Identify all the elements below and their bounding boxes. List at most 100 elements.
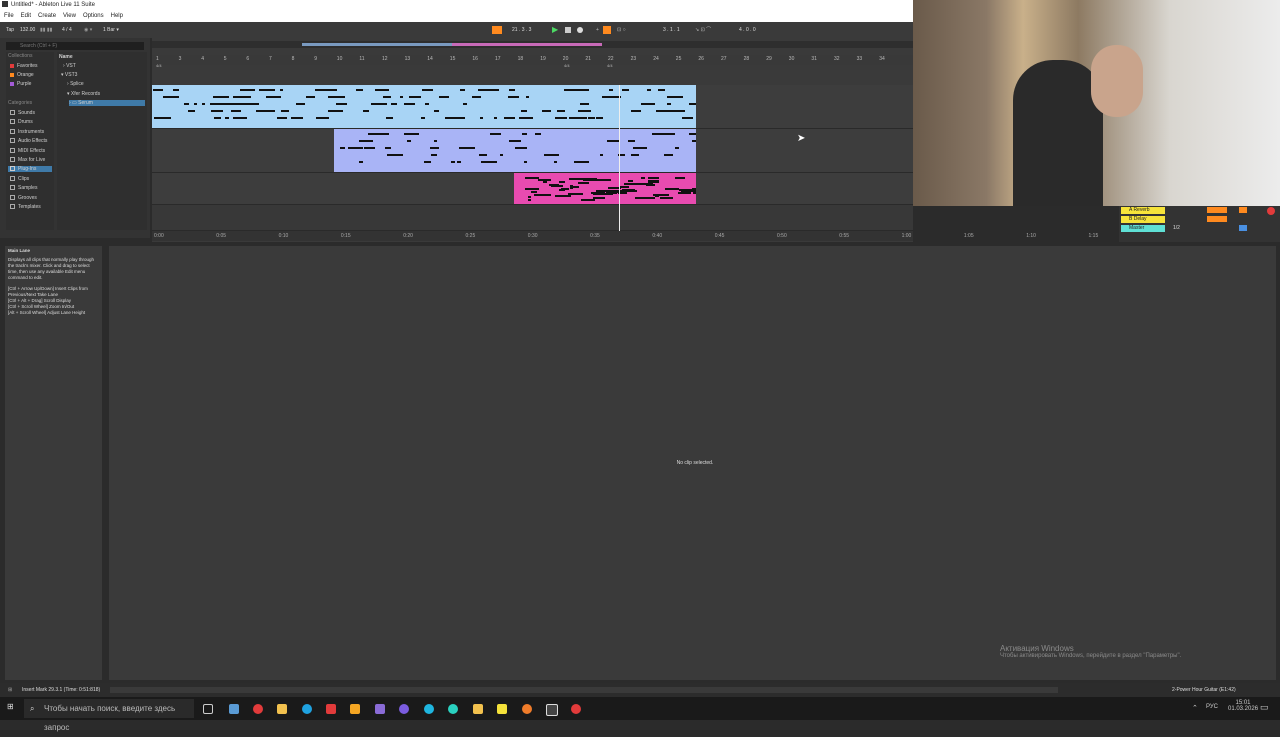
category-sounds[interactable]: Sounds <box>10 110 35 116</box>
category-plug-ins[interactable]: Plug-Ins <box>8 166 52 172</box>
collection-favorites[interactable]: Favorites <box>10 63 38 69</box>
empty-track-lane[interactable] <box>152 205 913 231</box>
category-templates[interactable]: Templates <box>10 204 41 210</box>
midi-note <box>291 117 303 119</box>
quantize-menu[interactable]: 1 Bar ▾ <box>103 26 119 34</box>
collection-purple[interactable]: Purple <box>10 81 31 87</box>
control-bar: Tap 132.00 ▮▮ ▮▮ 4 / 4 ◉ ▾ 1 Bar ▾ 21 . … <box>0 22 913 38</box>
name-column-header[interactable]: Name <box>59 54 73 60</box>
tree-item-xfer-records[interactable]: ▾ Xfer Records <box>67 91 100 97</box>
record-icon[interactable] <box>577 27 583 33</box>
midi-note <box>359 140 373 142</box>
overview-strip[interactable] <box>152 41 913 48</box>
record-arm-icon[interactable] <box>1267 207 1275 215</box>
collection-orange[interactable]: Orange <box>10 72 34 78</box>
track-lane-3[interactable] <box>152 173 913 205</box>
tap-button[interactable]: Tap <box>6 26 14 34</box>
app-icon[interactable] <box>448 704 458 714</box>
menu-view[interactable]: View <box>63 13 76 19</box>
menu-options[interactable]: Options <box>83 13 104 19</box>
midi-note <box>580 103 587 105</box>
stop-icon[interactable] <box>565 27 571 33</box>
time-ruler[interactable]: 0:00 0:05 0:10 0:15 0:20 0:25 0:30 0:35 0:40 0:45… <box>152 231 1098 241</box>
punch-icon[interactable]: ⊡ ○ <box>617 26 626 34</box>
clock[interactable]: 15:01 01.03.2026 <box>1228 700 1258 712</box>
tree-item-serum[interactable]: › ▭ Serum <box>69 100 145 106</box>
arrangement-record-icon[interactable] <box>492 26 502 34</box>
loop-length[interactable]: 4 . 0 . 0 <box>739 26 756 34</box>
category-samples[interactable]: Samples <box>10 185 37 191</box>
send-knob-icon[interactable] <box>1207 207 1227 213</box>
midi-note <box>479 154 487 156</box>
status-icon[interactable]: ⊞ <box>8 683 12 697</box>
ableton-live-icon[interactable] <box>546 704 558 716</box>
cue-out[interactable]: 1/2 <box>1173 225 1180 232</box>
info-title: Main Lane <box>8 248 31 253</box>
bar-number: 13 <box>404 56 411 62</box>
song-position[interactable]: 21 . 3 . 3 <box>512 26 531 34</box>
app-icon[interactable] <box>497 704 507 714</box>
tree-item-vst[interactable]: › VST <box>63 63 76 69</box>
midi-note <box>528 196 531 198</box>
master-solo-button[interactable] <box>1239 225 1247 231</box>
midi-clip-1[interactable] <box>152 85 696 128</box>
tree-item-splice[interactable]: › Splice <box>67 81 84 87</box>
play-icon[interactable]: ▶ <box>552 26 558 34</box>
app-icon[interactable] <box>473 704 483 714</box>
yandex-icon[interactable] <box>326 704 336 714</box>
nudge-icon[interactable]: ▮▮ ▮▮ <box>40 26 52 34</box>
info-line: [Alt + Scroll Wheel] Adjust Lane Height <box>8 310 86 315</box>
return-track-b[interactable]: B Delay <box>1121 216 1165 223</box>
edge-icon[interactable] <box>424 704 434 714</box>
send-knob-icon[interactable] <box>1207 216 1227 222</box>
app-icon[interactable] <box>229 704 239 714</box>
bar-ruler[interactable]: 1 3 4 5 6 7 8 9 10 11 12 13 14 15 16 17 18 19 20 21 22 23 24 25… <box>152 55 913 68</box>
category-audio-effects[interactable]: Audio Effects <box>10 138 47 144</box>
obs-icon[interactable] <box>571 704 581 714</box>
app-icon[interactable] <box>350 704 360 714</box>
return-track-a[interactable]: A Reverb <box>1121 207 1165 214</box>
windows-taskbar: ⊞ ⌕ Чтобы начать поиск, введите здесь зап… <box>0 697 1280 732</box>
status-scroll[interactable] <box>110 687 1058 693</box>
no-clip-message: No clip selected. <box>676 460 714 466</box>
master-track[interactable]: Master <box>1121 225 1165 232</box>
category-instruments[interactable]: Instruments <box>10 129 44 135</box>
loop-start[interactable]: 3 . 1 . 1 <box>663 26 680 34</box>
category-clips[interactable]: Clips <box>10 176 29 182</box>
viber-icon[interactable] <box>399 704 409 714</box>
draw-mode-icon[interactable]: ↘ ⊡ ⌒ <box>695 26 711 34</box>
midi-clip-2[interactable] <box>334 129 696 172</box>
category-drums[interactable]: Drums <box>10 119 33 125</box>
midi-clip-3[interactable] <box>514 173 696 204</box>
menu-edit[interactable]: Edit <box>21 13 31 19</box>
app-icon[interactable] <box>375 704 385 714</box>
info-view: Main Lane Displays all clips that normal… <box>5 246 102 680</box>
windows-start-icon[interactable]: ⊞ <box>7 702 14 711</box>
tempo-field[interactable]: 132.00 <box>20 26 35 34</box>
notifications-icon[interactable]: ▭ <box>1260 702 1269 713</box>
language-indicator[interactable]: РУС <box>1206 704 1218 710</box>
taskbar-search-input[interactable]: ⌕ Чтобы начать поиск, введите здесь запро… <box>24 699 194 732</box>
loop-switch-icon[interactable] <box>603 26 611 34</box>
overdub-icon[interactable]: + <box>596 26 599 34</box>
metronome-icon[interactable]: ◉ ▾ <box>84 26 92 34</box>
category-grooves[interactable]: Grooves <box>10 195 37 201</box>
app-icon[interactable] <box>522 704 532 714</box>
time-signature[interactable]: 4 / 4 <box>62 26 72 34</box>
yandex-browser-icon[interactable] <box>253 704 263 714</box>
midi-note <box>480 117 483 119</box>
menu-create[interactable]: Create <box>38 13 56 19</box>
browser-search-input[interactable]: Search (Ctrl + F) <box>6 42 144 50</box>
midi-note <box>581 199 595 201</box>
tray-chevron-icon[interactable]: ⌃ <box>1192 704 1198 712</box>
tree-item-vst3[interactable]: ▾ VST3 <box>61 72 77 78</box>
skype-icon[interactable] <box>302 704 312 714</box>
file-explorer-icon[interactable] <box>277 704 287 714</box>
task-view-icon[interactable] <box>203 704 213 714</box>
category-max-for-live[interactable]: Max for Live <box>10 157 45 163</box>
menu-file[interactable]: File <box>4 13 14 19</box>
menu-help[interactable]: Help <box>111 13 123 19</box>
solo-button[interactable] <box>1239 207 1247 213</box>
category-midi-effects[interactable]: MIDI Effects <box>10 148 45 154</box>
track-lane-1[interactable] <box>152 85 913 129</box>
